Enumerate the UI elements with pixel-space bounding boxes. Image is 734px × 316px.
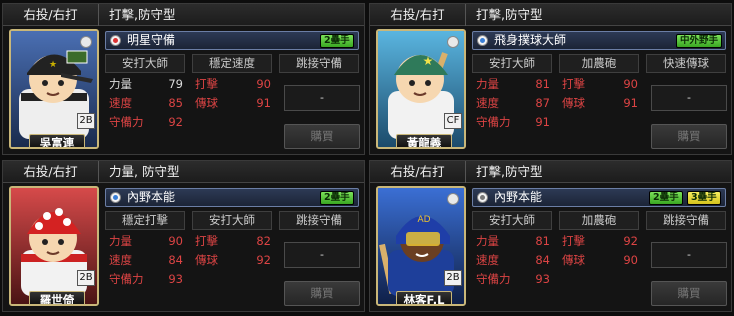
svg-text:★: ★ xyxy=(423,54,434,68)
stat-throwing: 傳球 91 xyxy=(195,96,271,110)
player-portrait[interactable]: 2B 羅世倚 xyxy=(9,186,99,306)
position-tag: 2壘手 xyxy=(320,191,354,205)
sub-skill: 快速傳球 xyxy=(646,54,726,73)
sub-skill: 安打大師 xyxy=(472,211,552,230)
player-portrait[interactable]: AD 2B 林客F.L xyxy=(376,186,466,306)
stat-batting: 打擊 90 xyxy=(562,77,638,91)
player-card: 右投/右打 力量, 防守型 2B 羅世倚 內野本能 2壘手 穩定打擊 安打大師 … xyxy=(2,160,365,312)
stat-speed: 速度 87 xyxy=(476,96,550,110)
svg-text:AD: AD xyxy=(417,215,430,225)
player-type: 打擊,防守型 xyxy=(476,164,543,179)
stat-defense: 守備力 91 xyxy=(476,115,550,129)
position-badge: 2B xyxy=(77,113,95,129)
stat-power: 力量 90 xyxy=(109,234,183,248)
main-skill-bar[interactable]: 飛身撲球大師 中外野手 xyxy=(472,31,726,50)
price-box: - xyxy=(651,242,727,268)
position-tag: 2壘手 xyxy=(320,34,354,48)
stat-batting: 打擊 92 xyxy=(562,234,638,248)
throw-bat-hand: 右投/右打 xyxy=(370,161,466,183)
player-portrait[interactable]: ★ CF 黃龍義 xyxy=(376,29,466,149)
sub-skill: 跳接守備 xyxy=(279,54,359,73)
stat-throwing: 傳球 92 xyxy=(195,253,271,267)
stat-batting: 打擊 90 xyxy=(195,77,271,91)
stat-speed: 速度 84 xyxy=(109,253,183,267)
stat-batting: 打擊 82 xyxy=(195,234,271,248)
player-card: 右投/右打 打擊,防守型 ★ 2B 吳富連 明星守備 2壘手 安打大師 穩定速度… xyxy=(2,3,365,155)
stat-defense: 守備力 92 xyxy=(109,115,183,129)
throw-bat-hand: 右投/右打 xyxy=(3,4,99,26)
baseball-icon xyxy=(447,193,459,205)
sub-skill: 跳接守備 xyxy=(279,211,359,230)
position-tag: 2壘手 xyxy=(649,191,683,205)
player-art: ★ xyxy=(378,31,464,147)
player-type: 力量, 防守型 xyxy=(109,164,180,179)
stat-defense: 守備力 93 xyxy=(476,272,550,286)
gray-ball-icon xyxy=(477,192,488,203)
baseball-icon xyxy=(447,36,459,48)
main-skill-bar[interactable]: 內野本能 2壘手 3壘手 xyxy=(472,188,726,207)
stat-power: 力量 81 xyxy=(476,234,550,248)
player-type: 打擊,防守型 xyxy=(476,7,543,22)
card-header: 右投/右打 打擊,防守型 xyxy=(370,161,731,183)
main-skill-bar[interactable]: 明星守備 2壘手 xyxy=(105,31,359,50)
sub-skill: 穩定打擊 xyxy=(105,211,185,230)
position-badge: 2B xyxy=(444,270,462,286)
stat-power: 力量 81 xyxy=(476,77,550,91)
main-skill-name: 明星守備 xyxy=(127,33,176,47)
card-header: 右投/右打 力量, 防守型 xyxy=(3,161,364,183)
player-art xyxy=(11,188,97,304)
main-skill-name: 內野本能 xyxy=(127,190,176,204)
position-badge: 2B xyxy=(77,270,95,286)
main-skill-name: 內野本能 xyxy=(494,190,543,204)
card-header: 右投/右打 打擊,防守型 xyxy=(370,4,731,26)
position-tag: 3壘手 xyxy=(687,191,721,205)
blue-ball-icon xyxy=(477,35,488,46)
player-portrait[interactable]: ★ 2B 吳富連 xyxy=(9,29,99,149)
stat-throwing: 傳球 90 xyxy=(562,253,638,267)
sub-skill: 穩定速度 xyxy=(192,54,272,73)
player-card: 右投/右打 打擊,防守型 ★ CF 黃龍義 飛身撲球大師 中外野手 安打大師 加… xyxy=(369,3,732,155)
buy-button[interactable]: 購買 xyxy=(651,124,727,149)
stat-speed: 速度 85 xyxy=(109,96,183,110)
sub-skill: 加農砲 xyxy=(559,211,639,230)
stat-throwing: 傳球 91 xyxy=(562,96,638,110)
sub-skill: 安打大師 xyxy=(192,211,272,230)
sub-skill: 加農砲 xyxy=(559,54,639,73)
player-name: 羅世倚 xyxy=(29,291,85,304)
throw-bat-hand: 右投/右打 xyxy=(3,161,99,183)
main-skill-name: 飛身撲球大師 xyxy=(494,33,567,47)
sub-skill: 安打大師 xyxy=(105,54,185,73)
price-box: - xyxy=(284,85,360,111)
price-box: - xyxy=(284,242,360,268)
player-art: AD xyxy=(378,188,464,304)
main-skill-bar[interactable]: 內野本能 2壘手 xyxy=(105,188,359,207)
position-tag: 中外野手 xyxy=(676,34,723,48)
sub-skill: 安打大師 xyxy=(472,54,552,73)
buy-button[interactable]: 購買 xyxy=(284,124,360,149)
price-box: - xyxy=(651,85,727,111)
red-ball-icon xyxy=(110,35,121,46)
sub-skill: 跳接守備 xyxy=(646,211,726,230)
player-name: 黃龍義 xyxy=(396,134,452,147)
svg-text:★: ★ xyxy=(49,60,57,70)
player-type: 打擊,防守型 xyxy=(109,7,176,22)
player-card: 右投/右打 打擊,防守型 AD 2B 林客F.L 內野本能 2壘手 3壘手 安打… xyxy=(369,160,732,312)
blue-ball-icon xyxy=(110,192,121,203)
player-name: 吳富連 xyxy=(29,134,85,147)
player-name: 林客F.L xyxy=(396,291,452,304)
card-header: 右投/右打 打擊,防守型 xyxy=(3,4,364,26)
stat-power: 力量 79 xyxy=(109,77,183,91)
stat-defense: 守備力 93 xyxy=(109,272,183,286)
player-art: ★ xyxy=(11,31,97,147)
buy-button[interactable]: 購買 xyxy=(284,281,360,306)
throw-bat-hand: 右投/右打 xyxy=(370,4,466,26)
baseball-icon xyxy=(80,36,92,48)
buy-button[interactable]: 購買 xyxy=(651,281,727,306)
stat-speed: 速度 84 xyxy=(476,253,550,267)
position-badge: CF xyxy=(444,113,462,129)
